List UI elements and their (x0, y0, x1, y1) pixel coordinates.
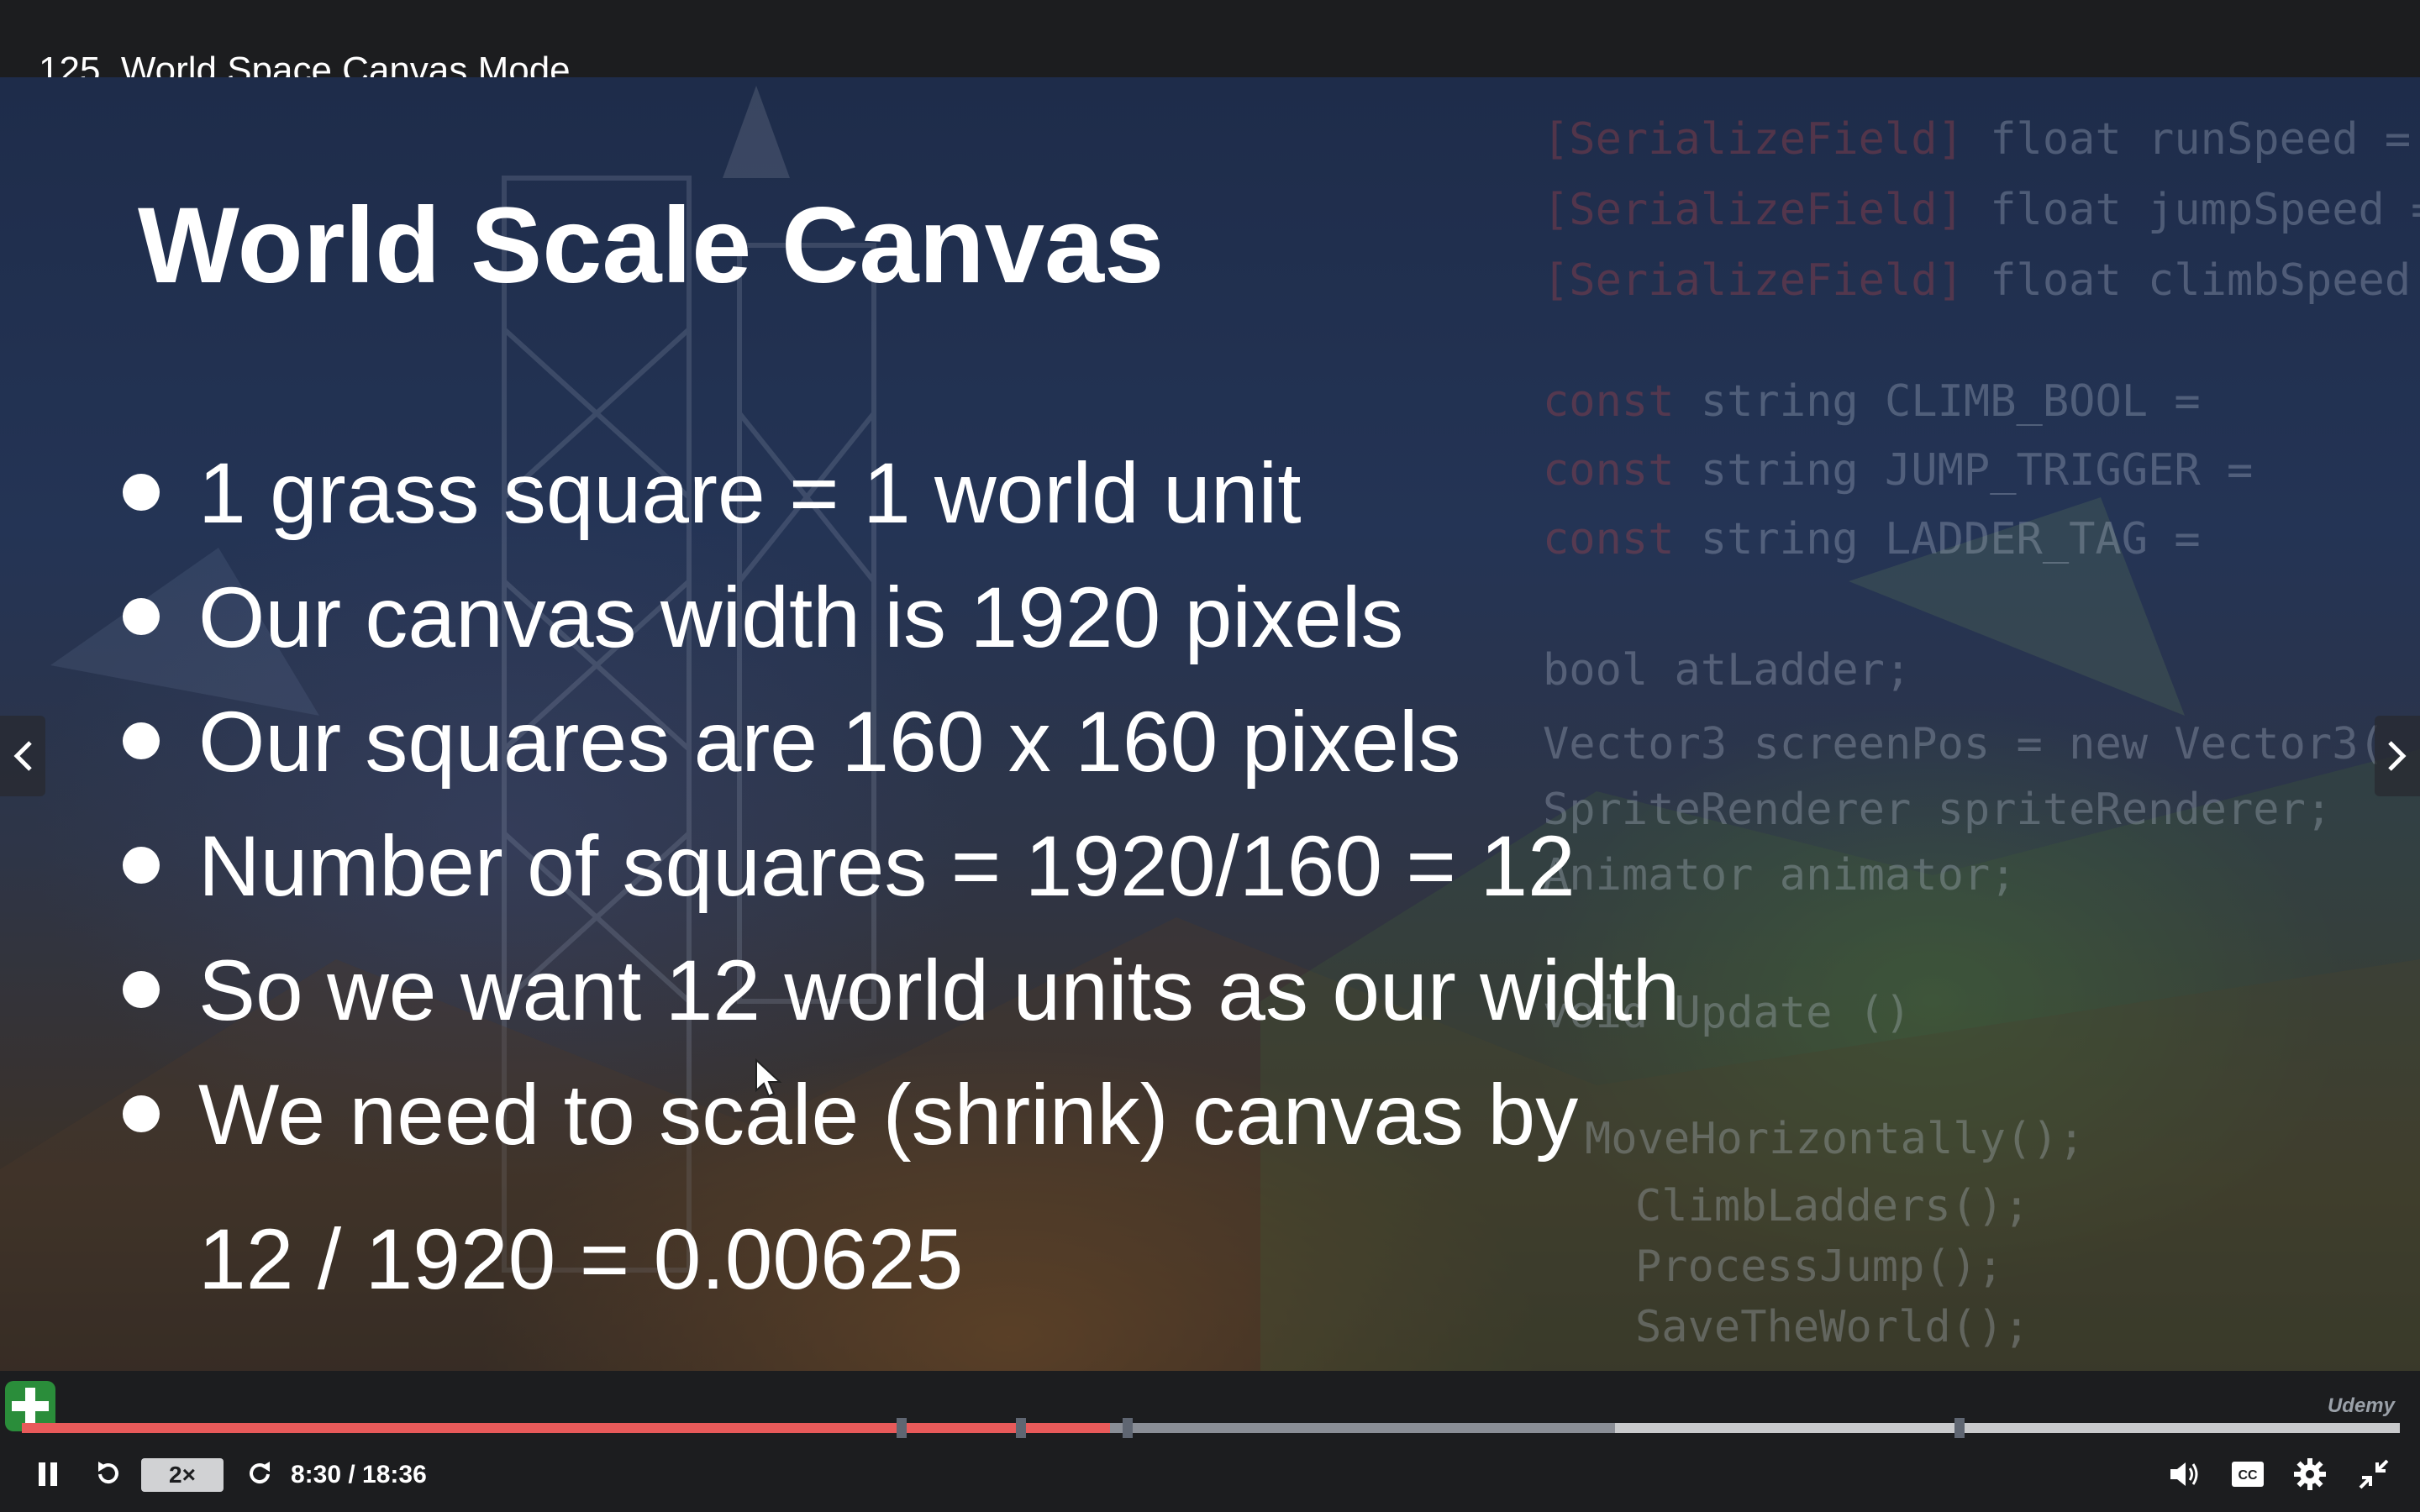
captions-button[interactable]: CC (2227, 1455, 2269, 1494)
chapter-marker[interactable] (1015, 1418, 1026, 1438)
pause-icon (39, 1462, 57, 1486)
chevron-right-icon (2388, 741, 2407, 771)
pause-button[interactable] (29, 1455, 67, 1494)
bg-code-line: const string JUMP_TRIGGER = (1543, 445, 2254, 496)
volume-icon (2170, 1462, 2198, 1486)
forward-5-icon (250, 1462, 270, 1483)
bg-code-line: [SerializeField] float runSpeed = (1543, 114, 2412, 165)
bullet-text: We need to scale (shrink) canvas by (198, 1067, 1579, 1163)
bg-code-line: ProcessJump(); (1635, 1242, 2004, 1292)
bg-code-line: MoveHorizontally(); (1585, 1114, 2085, 1164)
time-readout: 8:30 / 18:36 (291, 1461, 427, 1488)
settings-button[interactable] (2289, 1455, 2331, 1494)
top-bar: 125. World Space Canvas Mode (0, 0, 2420, 91)
bullet-text: Our squares are 160 x 160 pixels (198, 694, 1461, 790)
bg-code-line: ClimbLadders(); (1635, 1181, 2030, 1231)
forward-button[interactable] (240, 1455, 279, 1494)
next-lecture-button[interactable] (2375, 716, 2420, 796)
bullet-dot (123, 847, 160, 884)
bullet-dot (123, 722, 160, 759)
bullet-dot (123, 971, 160, 1008)
played-progress (22, 1423, 1111, 1433)
mouse-cursor-icon (755, 1058, 782, 1098)
chapter-marker[interactable] (897, 1418, 908, 1438)
volume-button[interactable] (2165, 1455, 2207, 1494)
bullet-text: Our canvas width is 1920 pixels (198, 570, 1404, 665)
bullet-text: Number of squares = 1920/160 = 12 (198, 818, 1576, 914)
exit-fullscreen-button[interactable] (2353, 1455, 2395, 1494)
chevron-left-icon (13, 741, 32, 771)
chapter-marker[interactable] (1954, 1418, 1965, 1438)
rewind-button[interactable] (89, 1455, 128, 1494)
bg-code-line: SpriteRenderer spriteRenderer; (1543, 785, 2333, 835)
svg-text:CC: CC (2238, 1468, 2258, 1483)
chapter-marker[interactable] (1122, 1418, 1133, 1438)
bullet-dot (123, 474, 160, 511)
exit-fullscreen-icon (2359, 1459, 2389, 1489)
bg-code-line: SaveTheWorld(); (1635, 1302, 2030, 1352)
bullet-dot (123, 1095, 160, 1132)
progress-bar[interactable] (22, 1418, 2400, 1438)
bullet-text: 1 grass square = 1 world unit (198, 445, 1302, 541)
slide-title: World Scale Canvas (138, 186, 1165, 306)
gear-icon (2294, 1458, 2326, 1490)
video-frame[interactable]: [SerializeField] float runSpeed = [Seria… (0, 77, 2420, 1371)
previous-lecture-button[interactable] (0, 716, 45, 796)
bg-code-line: const string CLIMB_BOOL = (1543, 376, 2201, 427)
bg-code-line: Vector3 screenPos = new Vector3( (1543, 719, 2385, 769)
bg-code-line: [SerializeField] float jumpSpeed = (1543, 185, 2420, 235)
udemy-logo: Udemy (2327, 1394, 2395, 1417)
bg-code-line: Animator animator; (1543, 850, 2017, 900)
rewind-5-icon (98, 1462, 118, 1483)
bg-code-line: bool atLadder; (1543, 645, 1912, 696)
bullet-dot (123, 598, 160, 635)
bg-code-line: const string LADDER_TAG = (1543, 514, 2201, 564)
captions-icon: CC (2232, 1462, 2264, 1487)
bullet-continuation: 12 / 1920 = 0.00625 (198, 1211, 964, 1307)
bullet-text: So we want 12 world units as our width (198, 942, 1681, 1038)
playback-speed-button[interactable]: 2× (141, 1458, 224, 1492)
bg-code-line: [SerializeField] float climbSpeed (1543, 255, 2412, 306)
